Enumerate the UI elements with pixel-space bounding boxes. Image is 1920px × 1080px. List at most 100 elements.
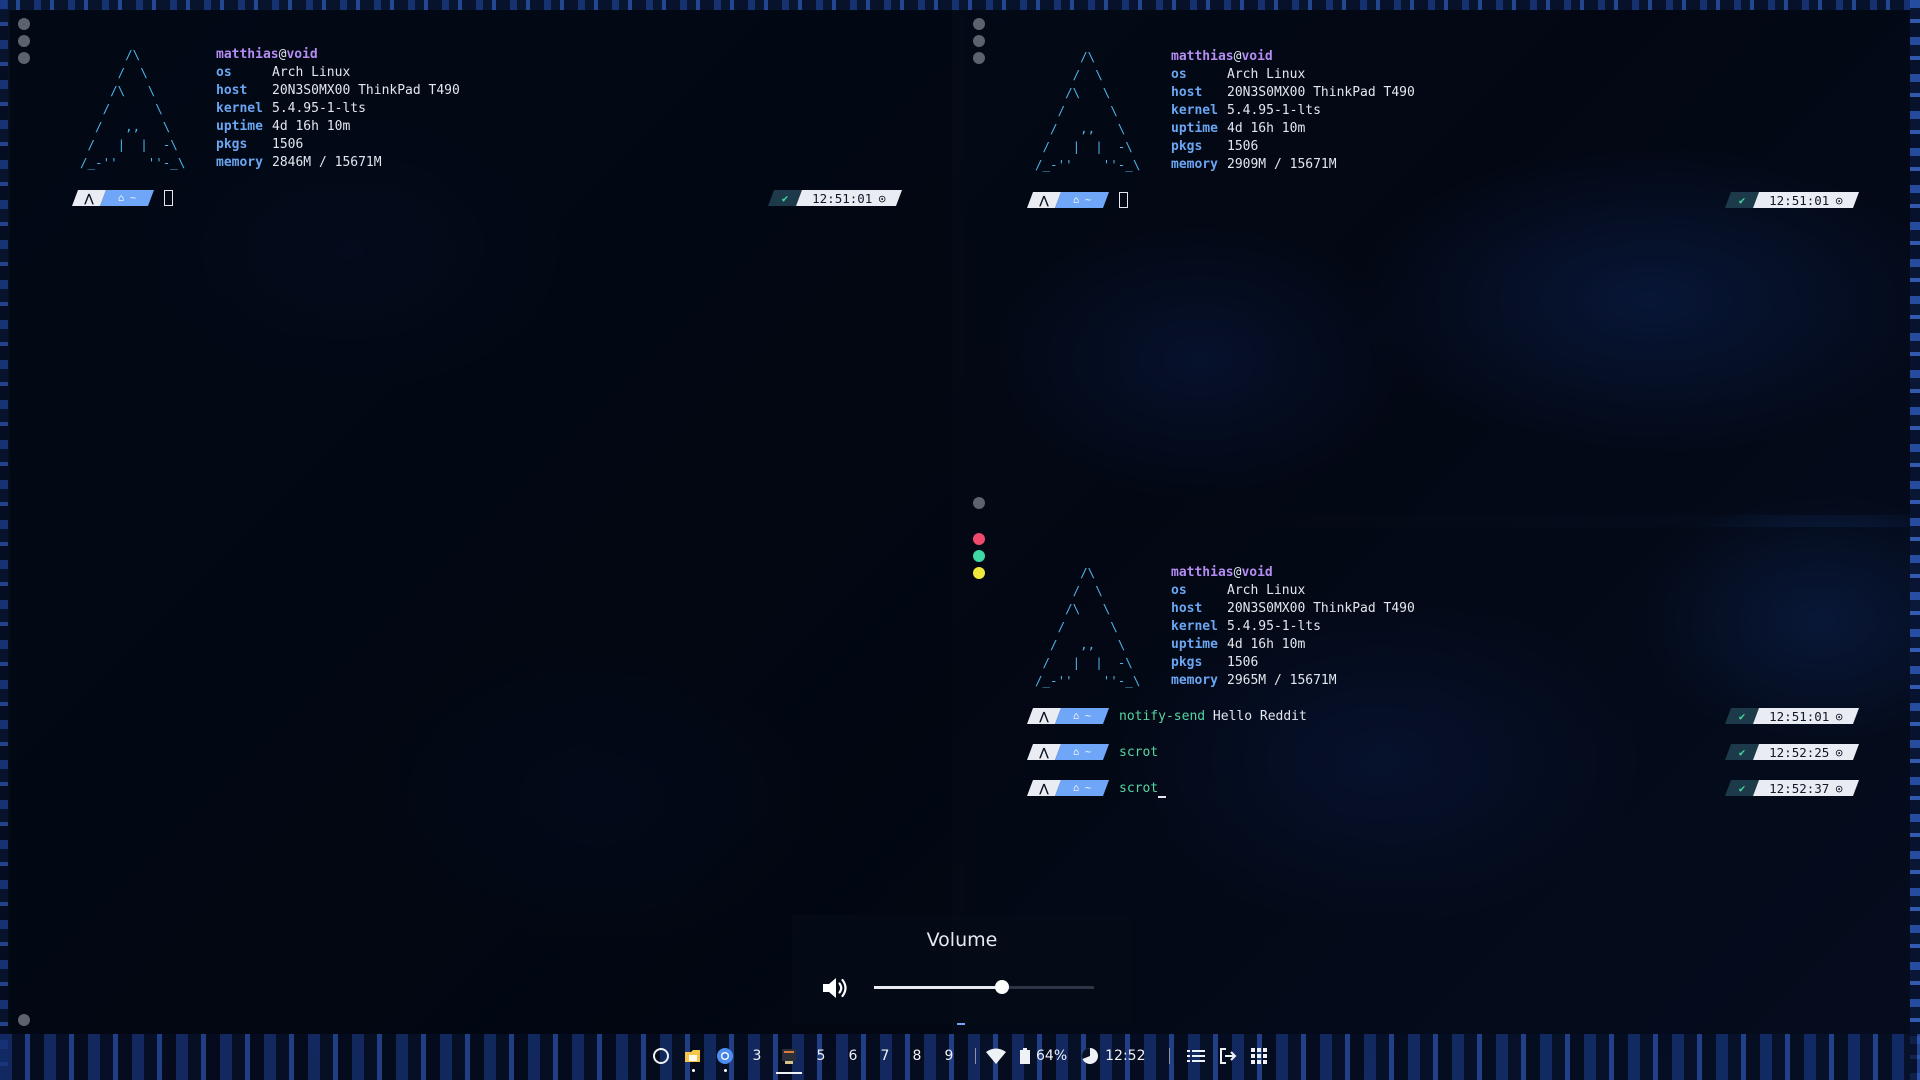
prompt[interactable]: ⋀ ⌂ ~: [1027, 191, 1128, 209]
window-button-close[interactable]: [18, 18, 30, 30]
home-dir-segment: ⌂ ~: [1055, 780, 1109, 796]
right-prompt: ✔ 12:52:25 ⊙: [1725, 743, 1859, 761]
label-pkgs: pkgs: [1171, 139, 1203, 154]
prompt[interactable]: ⋀ ⌂ ~: [72, 189, 173, 207]
terminal-cursor: [1119, 192, 1128, 208]
divider: [1169, 1048, 1171, 1064]
folder-icon: [685, 1050, 700, 1062]
label-uptime: uptime: [1171, 637, 1218, 652]
clock-icon: [1082, 1047, 1099, 1064]
prompt-time: 12:52:25 ⊙: [1753, 744, 1859, 760]
value-host: 20N3S0MX00 ThinkPad T490: [1227, 601, 1415, 616]
prompt-time: 12:51:01 ⊙: [1753, 708, 1859, 724]
window-resize-handle[interactable]: [18, 1014, 30, 1026]
workspace-1[interactable]: [677, 1044, 709, 1072]
label-os: os: [216, 65, 232, 80]
window-button-minimize[interactable]: [973, 52, 985, 64]
workspace-9[interactable]: 9: [933, 1044, 965, 1068]
sysinfo: matthias @ void os Arch Linux host 20N3S0MX0…: [1171, 48, 1415, 174]
sysinfo: matthias @ void os Arch Linux host 20N3S0MX0…: [216, 46, 460, 172]
sysinfo-title: matthias @ void: [1171, 565, 1273, 580]
value-os: Arch Linux: [1227, 67, 1306, 82]
volume-slider-knob[interactable]: [994, 980, 1009, 994]
volume-osd: Volume: [792, 915, 1132, 1025]
speaker-icon[interactable]: [820, 973, 850, 1003]
value-kernel: 5.4.95-1-lts: [272, 101, 366, 116]
window-button-close[interactable]: [973, 18, 985, 30]
volume-slider[interactable]: [874, 980, 1094, 994]
label-kernel: kernel: [1171, 103, 1218, 118]
workspace-2[interactable]: [709, 1044, 741, 1072]
sysinfo-title: matthias @ void: [1171, 49, 1273, 64]
label-os: os: [1171, 67, 1187, 82]
window-button-maximize[interactable]: [973, 550, 985, 562]
workspace-3[interactable]: 3: [741, 1044, 773, 1068]
battery-text: 64%: [1036, 1048, 1068, 1064]
value-pkgs: 1506: [1227, 655, 1259, 670]
terminal-window-left[interactable]: /\ / \ /\ \ / \ / ,, \ / | | -\ /_-'' ''…: [10, 10, 952, 1034]
list-icon[interactable]: [1187, 1048, 1206, 1064]
home-dir-segment: ⌂ ~: [100, 190, 154, 206]
clock-text: 12:52: [1105, 1048, 1146, 1064]
circle-icon[interactable]: [652, 1047, 670, 1065]
osd-indicator: [957, 1023, 965, 1025]
logout-icon[interactable]: [1219, 1047, 1237, 1065]
label-kernel: kernel: [216, 101, 263, 116]
label-pkgs: pkgs: [216, 137, 248, 152]
workspace-4[interactable]: [773, 1044, 805, 1074]
window-button-minimize[interactable]: [973, 567, 985, 579]
value-memory: 2965M / 15671M: [1227, 673, 1337, 688]
window-button-maximize[interactable]: [973, 35, 985, 47]
workspace-6[interactable]: 6: [837, 1044, 869, 1068]
value-os: Arch Linux: [1227, 583, 1306, 598]
command-text: scrot: [1119, 744, 1159, 760]
volume-title: Volume: [926, 929, 998, 951]
workspace-8[interactable]: 8: [901, 1044, 933, 1068]
right-prompt: ✔ 12:51:01 ⊙: [768, 189, 902, 207]
workspace-5[interactable]: 5: [805, 1044, 837, 1068]
command-input[interactable]: scrot: [1119, 780, 1166, 798]
taskbar: 3 5 6 7 8 9 64% 12:52: [0, 1034, 1920, 1080]
arch-logo: /\ / \ /\ \ / \ / ,, \ / | | -\ /_-'' ''…: [1035, 49, 1141, 172]
value-pkgs: 1506: [1227, 139, 1259, 154]
label-os: os: [1171, 583, 1187, 598]
value-uptime: 4d 16h 10m: [272, 119, 351, 134]
label-memory: memory: [1171, 673, 1218, 688]
window-button-close[interactable]: [973, 533, 985, 545]
right-prompt: ✔ 12:51:01 ⊙: [1725, 191, 1859, 209]
clock-status[interactable]: 12:52: [1081, 1047, 1145, 1065]
sysinfo: matthias @ void os Arch Linux host 20N3S0MX0…: [1171, 564, 1415, 690]
prompt-time: 12:51:01 ⊙: [1753, 192, 1859, 208]
prompt-segments: ⋀ ⌂ ~: [1027, 780, 1109, 796]
label-host: host: [1171, 601, 1203, 616]
history-line: ⋀ ⌂ ~ notify-send Hello Reddit: [1027, 707, 1307, 725]
value-pkgs: 1506: [272, 137, 304, 152]
prompt-segments: ⋀ ⌂ ~: [1027, 192, 1109, 208]
prompt-time: 12:51:01 ⊙: [796, 190, 902, 206]
prompt[interactable]: ⋀ ⌂ ~ scrot: [1027, 779, 1166, 798]
value-memory: 2909M / 15671M: [1227, 157, 1337, 172]
wallpaper-edge-right: [1910, 0, 1920, 1080]
battery-status[interactable]: 64%: [1020, 1048, 1067, 1064]
label-kernel: kernel: [1171, 619, 1218, 634]
window-buttons: [973, 18, 985, 64]
command-text: notify-send Hello Reddit: [1119, 708, 1307, 724]
label-pkgs: pkgs: [1171, 655, 1203, 670]
arch-logo: /\ / \ /\ \ / \ / ,, \ / | | -\ /_-'' ''…: [1035, 565, 1141, 688]
arch-logo: /\ / \ /\ \ / \ / ,, \ / | | -\ /_-'' ''…: [80, 47, 186, 170]
label-memory: memory: [1171, 157, 1218, 172]
window-resize-handle[interactable]: [973, 497, 985, 509]
value-host: 20N3S0MX00 ThinkPad T490: [272, 83, 460, 98]
value-kernel: 5.4.95-1-lts: [1227, 103, 1321, 118]
terminal-window-top-right[interactable]: /\ / \ /\ \ / \ / ,, \ / | | -\ /_-'' ''…: [965, 10, 1910, 515]
clock-icon: ⊙: [1835, 744, 1843, 760]
window-button-minimize[interactable]: [18, 52, 30, 64]
window-button-maximize[interactable]: [18, 35, 30, 47]
label-memory: memory: [216, 155, 263, 170]
value-os: Arch Linux: [272, 65, 351, 80]
battery-icon: [1020, 1048, 1030, 1064]
grid-icon[interactable]: [1251, 1048, 1268, 1064]
right-prompt: ✔ 12:51:01 ⊙: [1725, 707, 1859, 725]
wifi-icon[interactable]: [986, 1048, 1006, 1064]
workspace-7[interactable]: 7: [869, 1044, 901, 1068]
